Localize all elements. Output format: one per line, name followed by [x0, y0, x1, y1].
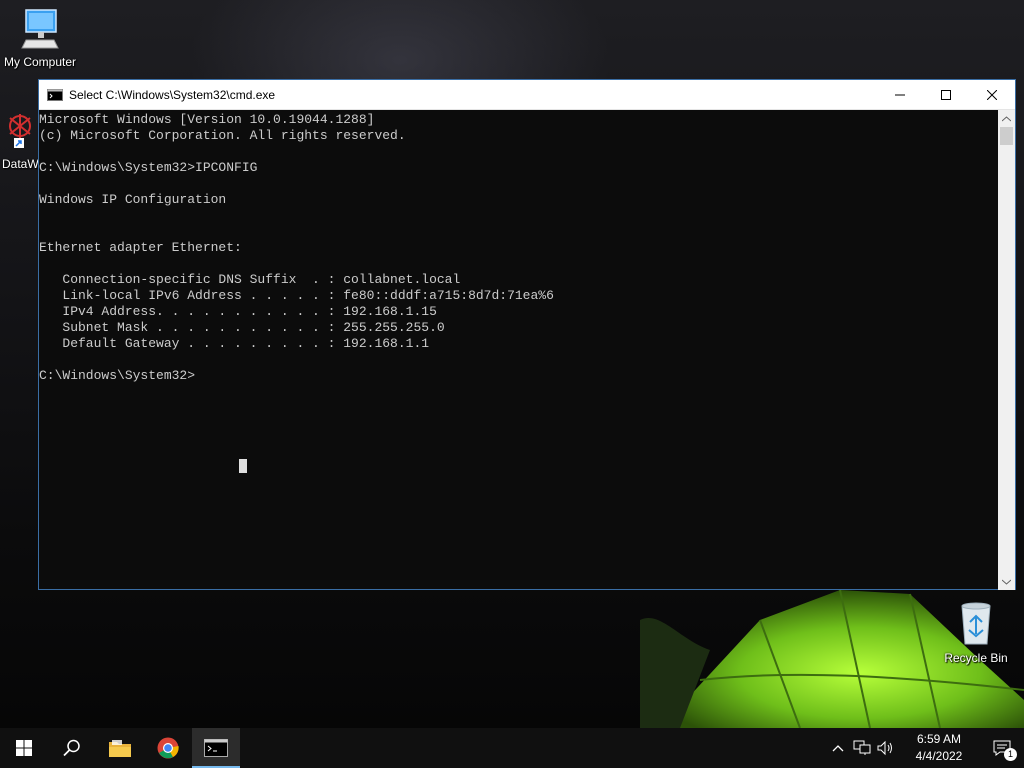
- search-icon: [63, 739, 80, 757]
- maximize-icon: [941, 89, 951, 100]
- volume-icon: [877, 740, 892, 756]
- taskbar: 6:59 AM 4/4/2022 1: [0, 728, 1024, 768]
- cmd-titlebar[interactable]: Select C:\Windows\System32\cmd.exe: [39, 80, 1015, 110]
- cmd-window-icon: [47, 88, 63, 101]
- recycle-bin-desktop-icon[interactable]: Recycle Bin: [938, 600, 1014, 665]
- dataw-app-icon: [9, 114, 31, 148]
- dataw-label: DataW: [2, 157, 39, 171]
- my-computer-label: My Computer: [3, 55, 77, 69]
- console-area[interactable]: Microsoft Windows [Version 10.0.19044.12…: [39, 110, 1015, 590]
- action-center-button[interactable]: 1: [980, 728, 1024, 768]
- scroll-up-button[interactable]: [998, 110, 1015, 127]
- chevron-up-icon: [832, 745, 844, 752]
- chevron-down-icon: [1002, 579, 1011, 585]
- system-tray: 6:59 AM 4/4/2022 1: [826, 728, 1024, 768]
- cmd-window[interactable]: Select C:\Windows\System32\cmd.exe Micro…: [38, 79, 1016, 590]
- recycle-bin-label: Recycle Bin: [944, 651, 1008, 665]
- close-button[interactable]: [969, 80, 1015, 109]
- scroll-thumb[interactable]: [1000, 127, 1013, 145]
- start-icon: [16, 740, 32, 756]
- recycle-bin-icon: [961, 602, 991, 645]
- search-button[interactable]: [48, 728, 96, 768]
- network-icon: [853, 740, 871, 755]
- file-explorer-button[interactable]: [96, 728, 144, 768]
- taskbar-clock[interactable]: 6:59 AM 4/4/2022: [904, 731, 974, 765]
- clock-date: 4/4/2022: [915, 749, 963, 763]
- cmd-window-title: Select C:\Windows\System32\cmd.exe: [69, 87, 276, 102]
- my-computer-desktop-icon[interactable]: My Computer: [0, 8, 80, 69]
- notification-count-badge: 1: [1004, 748, 1017, 761]
- vertical-scrollbar[interactable]: [998, 110, 1015, 590]
- scroll-down-button[interactable]: [998, 573, 1015, 590]
- dataw-desktop-icon[interactable]: DataW: [2, 110, 42, 171]
- cmd-taskbar-button[interactable]: [192, 728, 240, 768]
- network-button[interactable]: [850, 728, 874, 768]
- chrome-icon: [157, 737, 179, 759]
- minimize-icon: [895, 94, 905, 95]
- show-hidden-icons-button[interactable]: [826, 728, 850, 768]
- volume-button[interactable]: [874, 728, 898, 768]
- close-icon: [987, 89, 997, 100]
- chevron-up-icon: [1002, 115, 1011, 121]
- minimize-button[interactable]: [877, 80, 923, 109]
- computer-icon: [21, 9, 59, 49]
- chrome-button[interactable]: [144, 728, 192, 768]
- console-output: Microsoft Windows [Version 10.0.19044.12…: [39, 112, 554, 383]
- clock-time: 6:59 AM: [916, 732, 962, 746]
- cmd-icon: [204, 739, 228, 757]
- file-explorer-icon: [109, 740, 131, 757]
- maximize-button[interactable]: [923, 80, 969, 109]
- start-button[interactable]: [0, 728, 48, 768]
- text-cursor: [239, 459, 247, 473]
